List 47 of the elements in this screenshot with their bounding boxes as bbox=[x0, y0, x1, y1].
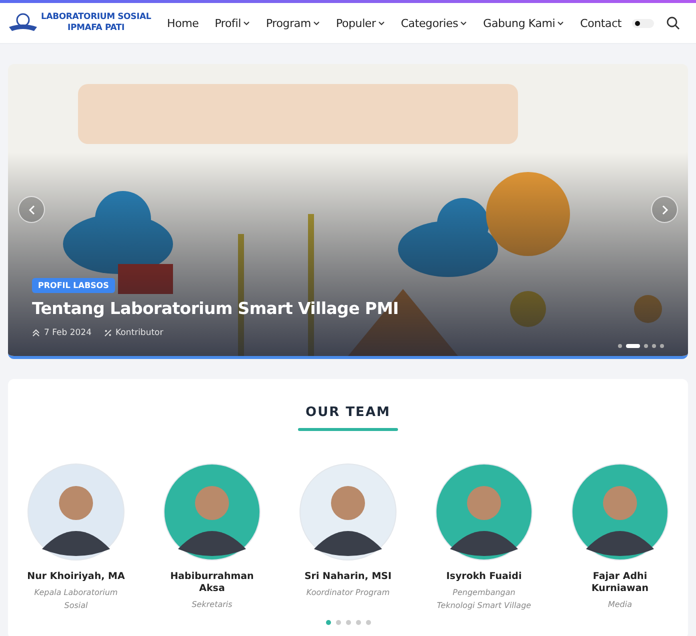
member-name: Fajar Adhi Kurniawan bbox=[590, 571, 650, 595]
nav-link[interactable]: Profil bbox=[206, 16, 258, 30]
post-author: Kontributor bbox=[116, 328, 164, 338]
slide-dot[interactable] bbox=[644, 344, 648, 348]
caret-icon bbox=[242, 20, 250, 26]
nav-link[interactable]: Gabung Kami bbox=[475, 16, 572, 30]
caret-icon bbox=[557, 20, 564, 26]
member-role: Media bbox=[606, 599, 634, 611]
nav-link[interactable]: Populer bbox=[328, 16, 393, 30]
chevron-right-icon bbox=[660, 204, 668, 214]
slide-dot[interactable] bbox=[618, 344, 622, 348]
logo-text: LABORATORIUM SOSIAL bbox=[41, 12, 152, 23]
logo-icon bbox=[8, 12, 38, 34]
chevron-left-icon bbox=[28, 204, 36, 214]
carousel-dot[interactable] bbox=[346, 620, 350, 625]
caret-icon bbox=[378, 20, 385, 26]
caret-icon bbox=[312, 20, 320, 26]
chevrons-up-icon bbox=[32, 329, 40, 337]
section-title: OUR TEAM bbox=[306, 405, 390, 420]
next-button[interactable] bbox=[651, 196, 678, 223]
member-role: Pengembangan Teknologi Smart Village bbox=[436, 587, 532, 612]
percent-icon bbox=[104, 329, 112, 337]
slide-dot[interactable] bbox=[652, 344, 656, 348]
member-name: Sri Naharin, MSI bbox=[303, 571, 393, 583]
previous-button[interactable] bbox=[18, 196, 45, 223]
carousel-dot[interactable] bbox=[356, 620, 360, 625]
member-name: Isyrokh Fuaidi bbox=[445, 571, 523, 583]
post-date: 7 Feb 2024 bbox=[44, 328, 92, 338]
nav-link[interactable]: Categories bbox=[392, 16, 476, 30]
slide-title[interactable]: Tentang Laboratorium Smart Village PMI bbox=[32, 299, 399, 318]
member-name: Habiburrahman Aksa bbox=[169, 571, 255, 595]
slide-dot[interactable] bbox=[660, 344, 664, 348]
nav-link[interactable]: Contact bbox=[572, 16, 630, 30]
member-name: Nur Khoiriyah, MA bbox=[26, 571, 126, 583]
member-role: Koordinator Program bbox=[305, 587, 391, 599]
carousel-dot[interactable] bbox=[366, 620, 370, 625]
member-role: Kepala Laboratorium Sosial bbox=[33, 587, 119, 612]
carousel-dot[interactable] bbox=[336, 620, 340, 625]
search-icon[interactable] bbox=[666, 16, 680, 30]
theme-toggle[interactable] bbox=[632, 18, 654, 28]
carousel-dot[interactable] bbox=[326, 620, 330, 625]
nav-link[interactable]: Program bbox=[258, 16, 328, 30]
member-role: Sekretaris bbox=[190, 599, 234, 611]
category-badge[interactable]: PROFIL LABSOS bbox=[32, 278, 115, 293]
nav-link[interactable]: Home bbox=[159, 16, 207, 30]
caret-icon bbox=[460, 20, 468, 26]
logo-text: IPMAFA PATI bbox=[68, 23, 124, 34]
